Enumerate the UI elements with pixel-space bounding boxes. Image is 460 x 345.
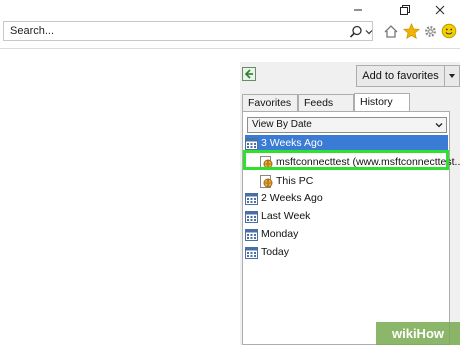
history-group-label: 2 Weeks Ago	[261, 192, 323, 204]
title-bar	[0, 0, 460, 20]
chevron-down-icon	[435, 123, 443, 128]
history-group-label: Monday	[261, 228, 299, 240]
close-icon[interactable]	[428, 0, 452, 20]
gear-icon[interactable]	[420, 20, 440, 42]
add-to-favorites-dropdown[interactable]	[444, 65, 460, 87]
view-by-select[interactable]: View By Date	[247, 117, 447, 133]
smiley-icon[interactable]	[439, 20, 459, 42]
toolbar-row	[0, 20, 460, 44]
search-box[interactable]	[3, 21, 373, 41]
calendar-icon	[245, 192, 258, 205]
history-item-label: This PC	[276, 175, 314, 187]
tab-favorites[interactable]: Favorites	[242, 94, 298, 111]
history-pane: View By Date 3 Weeks Ago msftconnecttest…	[242, 111, 460, 345]
search-input[interactable]	[10, 23, 330, 39]
history-group-today[interactable]: Today	[245, 244, 445, 260]
view-by-select-value: View By Date	[252, 119, 312, 130]
chevron-down-icon[interactable]	[365, 28, 373, 36]
history-group-2-weeks-ago[interactable]: 2 Weeks Ago	[245, 190, 445, 206]
calendar-icon	[245, 210, 258, 223]
tab-history[interactable]: History	[354, 93, 410, 112]
history-group-last-week[interactable]: Last Week	[245, 208, 445, 224]
history-group-label: Today	[261, 246, 290, 258]
minimize-icon[interactable]	[346, 0, 370, 20]
calendar-icon	[245, 246, 258, 259]
history-group-label: Last Week	[261, 210, 311, 222]
history-group-label: 3 Weeks Ago	[261, 137, 323, 149]
history-item-this-pc[interactable]: This PC	[260, 173, 446, 189]
globe-page-icon	[260, 174, 273, 188]
calendar-icon	[245, 137, 258, 150]
pin-icon[interactable]	[242, 67, 256, 81]
chevron-down-icon	[449, 74, 455, 78]
search-icon[interactable]	[349, 25, 363, 39]
highlight-box	[243, 150, 449, 170]
history-group-3-weeks-ago[interactable]: 3 Weeks Ago	[245, 135, 448, 151]
star-icon[interactable]	[401, 20, 421, 42]
tab-feeds[interactable]: Feeds	[298, 94, 354, 111]
favorites-center-panel: Add to favorites Favorites Feeds History…	[240, 62, 460, 345]
history-group-monday[interactable]: Monday	[245, 226, 445, 242]
restore-icon[interactable]	[393, 0, 417, 20]
toolbar-divider	[0, 48, 460, 49]
watermark: wikiHow	[376, 322, 460, 345]
home-icon[interactable]	[381, 20, 401, 42]
calendar-icon	[245, 228, 258, 241]
add-to-favorites-button[interactable]: Add to favorites	[356, 65, 445, 87]
